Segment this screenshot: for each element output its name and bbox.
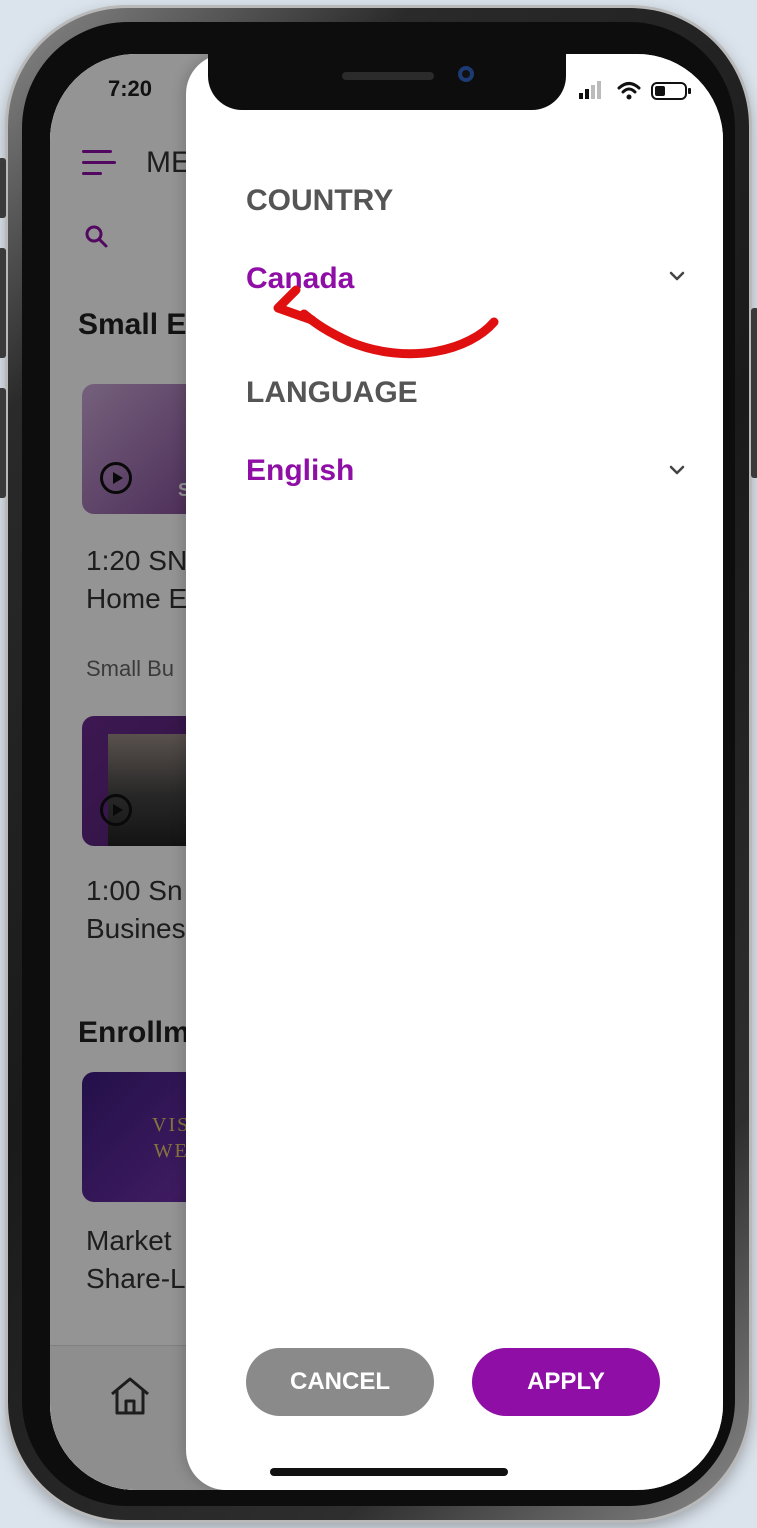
chevron-down-icon [669, 271, 685, 281]
apply-button[interactable]: APPLY [472, 1348, 660, 1416]
home-indicator[interactable] [270, 1468, 508, 1476]
wifi-icon [617, 82, 641, 100]
volume-down-button [0, 388, 6, 498]
phone-frame: ME Small E S 1:20 SN Home E Small Bu 1:0… [0, 8, 757, 1520]
country-label: COUNTRY [246, 184, 394, 217]
language-value: English [246, 454, 355, 487]
battery-icon [651, 82, 691, 100]
cancel-button[interactable]: CANCEL [246, 1348, 434, 1416]
volume-up-button [0, 248, 6, 358]
notch [208, 54, 566, 110]
status-icons [579, 81, 691, 100]
mute-switch [0, 158, 6, 218]
camera [458, 66, 474, 82]
status-time: 7:20 [108, 76, 153, 101]
speaker [342, 72, 434, 80]
language-select[interactable]: English [186, 444, 723, 504]
annotation-arrow [273, 285, 499, 359]
chevron-down-icon [669, 465, 685, 475]
screen: ME Small E S 1:20 SN Home E Small Bu 1:0… [50, 54, 723, 1490]
signal-icon [579, 81, 601, 99]
filter-drawer: COUNTRY Canada LANGUAGE English CANCEL A… [186, 54, 723, 1490]
power-button [751, 308, 757, 478]
